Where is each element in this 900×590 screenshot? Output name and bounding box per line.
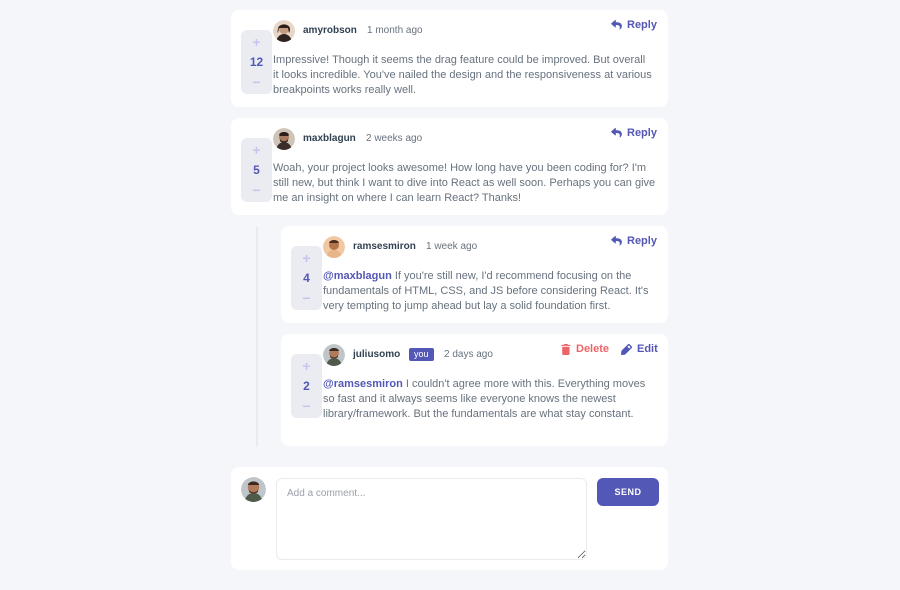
reply-thread-line (256, 227, 258, 447)
reply-button[interactable]: Reply (611, 235, 657, 247)
score-value: 12 (249, 55, 264, 69)
reply-label: Reply (627, 127, 657, 139)
comment-text: Impressive! Though it seems the drag fea… (273, 54, 652, 96)
reply-button[interactable]: Reply (611, 127, 657, 139)
comment-card: + 12 − amyrobson 1 month ago Reply Impre… (231, 10, 668, 107)
downvote-button[interactable]: − (302, 291, 310, 305)
username[interactable]: juliusomo (353, 349, 400, 360)
you-badge: you (409, 348, 434, 361)
avatar (323, 344, 345, 366)
upvote-button[interactable]: + (302, 251, 310, 265)
edit-button[interactable]: Edit (621, 343, 658, 355)
send-button[interactable]: SEND (597, 478, 659, 506)
reply-text: @maxblagun If you're still new, I'd reco… (323, 269, 659, 314)
comment-text: Woah, your project looks awesome! How lo… (273, 162, 656, 204)
upvote-button[interactable]: + (252, 35, 260, 49)
comment-input[interactable] (276, 478, 587, 560)
timestamp: 1 week ago (426, 241, 478, 252)
comment-card: + 5 − maxblagun 2 weeks ago Reply Woah, … (231, 118, 668, 215)
score-value: 2 (303, 379, 310, 393)
username[interactable]: maxblagun (303, 133, 356, 144)
reply-icon (611, 128, 622, 138)
upvote-button[interactable]: + (252, 143, 260, 157)
mention-link[interactable]: @ramsesmiron (323, 378, 403, 390)
downvote-button[interactable]: − (252, 183, 260, 197)
reply-text: @ramsesmiron I couldn't agree more with … (323, 377, 653, 422)
downvote-button[interactable]: − (302, 399, 310, 413)
timestamp: 2 weeks ago (366, 133, 423, 144)
score-value: 5 (253, 163, 260, 177)
reply-card-own: + 2 − juliusomo you 2 days ago Delete Ed… (281, 334, 668, 446)
vote-control: + 5 − (241, 138, 272, 202)
trash-icon (561, 343, 571, 355)
pencil-icon (621, 343, 632, 355)
reply-label: Reply (627, 19, 657, 31)
reply-icon (611, 20, 622, 30)
username[interactable]: ramsesmiron (353, 241, 416, 252)
vote-control: + 4 − (291, 246, 322, 310)
edit-label: Edit (637, 343, 658, 355)
delete-label: Delete (576, 343, 610, 355)
vote-control: + 12 − (241, 30, 272, 94)
current-user-avatar (241, 477, 266, 502)
avatar (273, 20, 295, 42)
downvote-button[interactable]: − (252, 75, 260, 89)
score-value: 4 (303, 271, 310, 285)
delete-button[interactable]: Delete (561, 343, 609, 355)
timestamp: 1 month ago (367, 25, 423, 36)
reply-label: Reply (627, 235, 657, 247)
vote-control: + 2 − (291, 354, 322, 418)
avatar (273, 128, 295, 150)
avatar (323, 236, 345, 258)
username[interactable]: amyrobson (303, 25, 357, 36)
upvote-button[interactable]: + (302, 359, 310, 373)
reply-card: + 4 − ramsesmiron 1 week ago Reply @maxb… (281, 226, 668, 323)
reply-button[interactable]: Reply (611, 19, 657, 31)
mention-link[interactable]: @maxblagun (323, 270, 392, 282)
reply-icon (611, 236, 622, 246)
timestamp: 2 days ago (444, 349, 493, 360)
